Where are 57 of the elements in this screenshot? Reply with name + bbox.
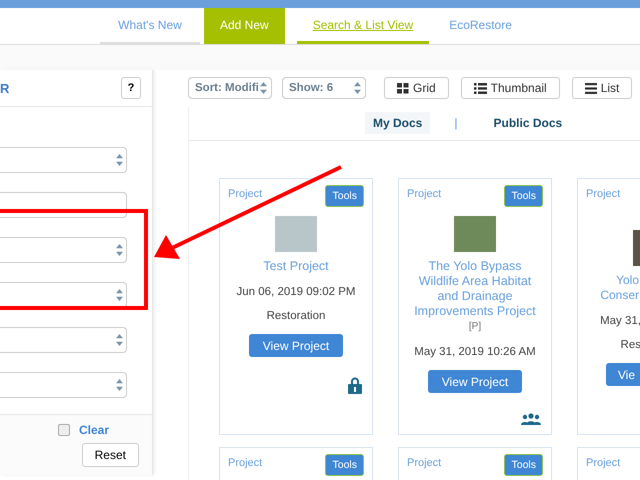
show-select[interactable]: Show: 6	[282, 77, 366, 99]
menu-icon	[584, 82, 597, 94]
lock-icon	[348, 377, 362, 394]
card-type-label: Project	[586, 188, 620, 200]
note-text: [P]	[468, 321, 482, 332]
select-field[interactable]	[0, 282, 127, 308]
view-button[interactable]: Grid	[384, 77, 449, 99]
photo-placeholder	[275, 216, 317, 252]
view-button[interactable]: Thumbnail	[460, 77, 560, 99]
photo-placeholder	[633, 230, 640, 266]
tools-button[interactable]: Tools	[504, 454, 543, 476]
up-down-icon	[260, 82, 267, 94]
grid-icon	[397, 82, 409, 94]
select-field[interactable]	[0, 372, 127, 398]
project-title-link[interactable]: The Yolo Bypass Wildlife Area Habitat and Drainage Improvements Project	[407, 259, 543, 319]
view-button[interactable]: List	[572, 77, 632, 99]
reset-button[interactable]: Reset	[82, 443, 139, 467]
nav-tab[interactable]: Add New	[204, 8, 285, 44]
tools-button[interactable]: Tools	[325, 185, 364, 207]
up-down-icon	[116, 334, 123, 346]
input-field[interactable]	[0, 192, 127, 218]
select-field[interactable]	[0, 147, 127, 173]
select-field[interactable]	[0, 327, 127, 353]
date-text: May 31, 2019 10:26 AM	[414, 346, 536, 358]
help-button[interactable]: ?	[121, 77, 141, 99]
photo-placeholder	[454, 216, 496, 252]
category-text: Restoration	[266, 310, 326, 322]
view-project-button[interactable]: View Project	[248, 334, 344, 357]
card-type-label: Project	[407, 457, 442, 469]
sort-select[interactable]: Sort: Modifi	[188, 77, 272, 99]
view-project-button[interactable]: View Project	[428, 370, 522, 393]
up-down-icon	[354, 82, 361, 94]
group-icon	[521, 413, 541, 425]
docs-tab[interactable]: Public Docs	[485, 112, 570, 134]
list-icon	[474, 82, 487, 94]
view-project-button[interactable]: Vie	[606, 363, 640, 386]
card-type-label: Project	[407, 188, 442, 200]
date-text: May 31,	[600, 315, 640, 327]
panel-title: R	[0, 80, 10, 96]
docs-tab[interactable]: My Docs	[365, 112, 430, 134]
up-down-icon	[116, 244, 123, 256]
card-type-label: Project	[228, 188, 262, 200]
card-type-label: Project	[586, 457, 620, 469]
clear-link[interactable]: Clear	[78, 423, 109, 437]
tools-button[interactable]: Tools	[325, 454, 364, 476]
card-type-label: Project	[228, 457, 262, 469]
tools-button[interactable]: Tools	[504, 185, 543, 207]
up-down-icon	[116, 289, 123, 301]
up-down-icon	[116, 154, 123, 166]
checkbox[interactable]	[58, 424, 70, 436]
date-text: Jun 06, 2019 09:02 PM	[236, 286, 356, 298]
select-field[interactable]	[0, 237, 127, 263]
up-down-icon	[116, 379, 123, 391]
nav-tab[interactable]: EcoRestore	[433, 8, 528, 44]
project-title-link[interactable]: Test Project	[263, 259, 329, 274]
project-title-link[interactable]: Yolo Conser	[600, 273, 640, 303]
separator: |	[454, 116, 458, 130]
